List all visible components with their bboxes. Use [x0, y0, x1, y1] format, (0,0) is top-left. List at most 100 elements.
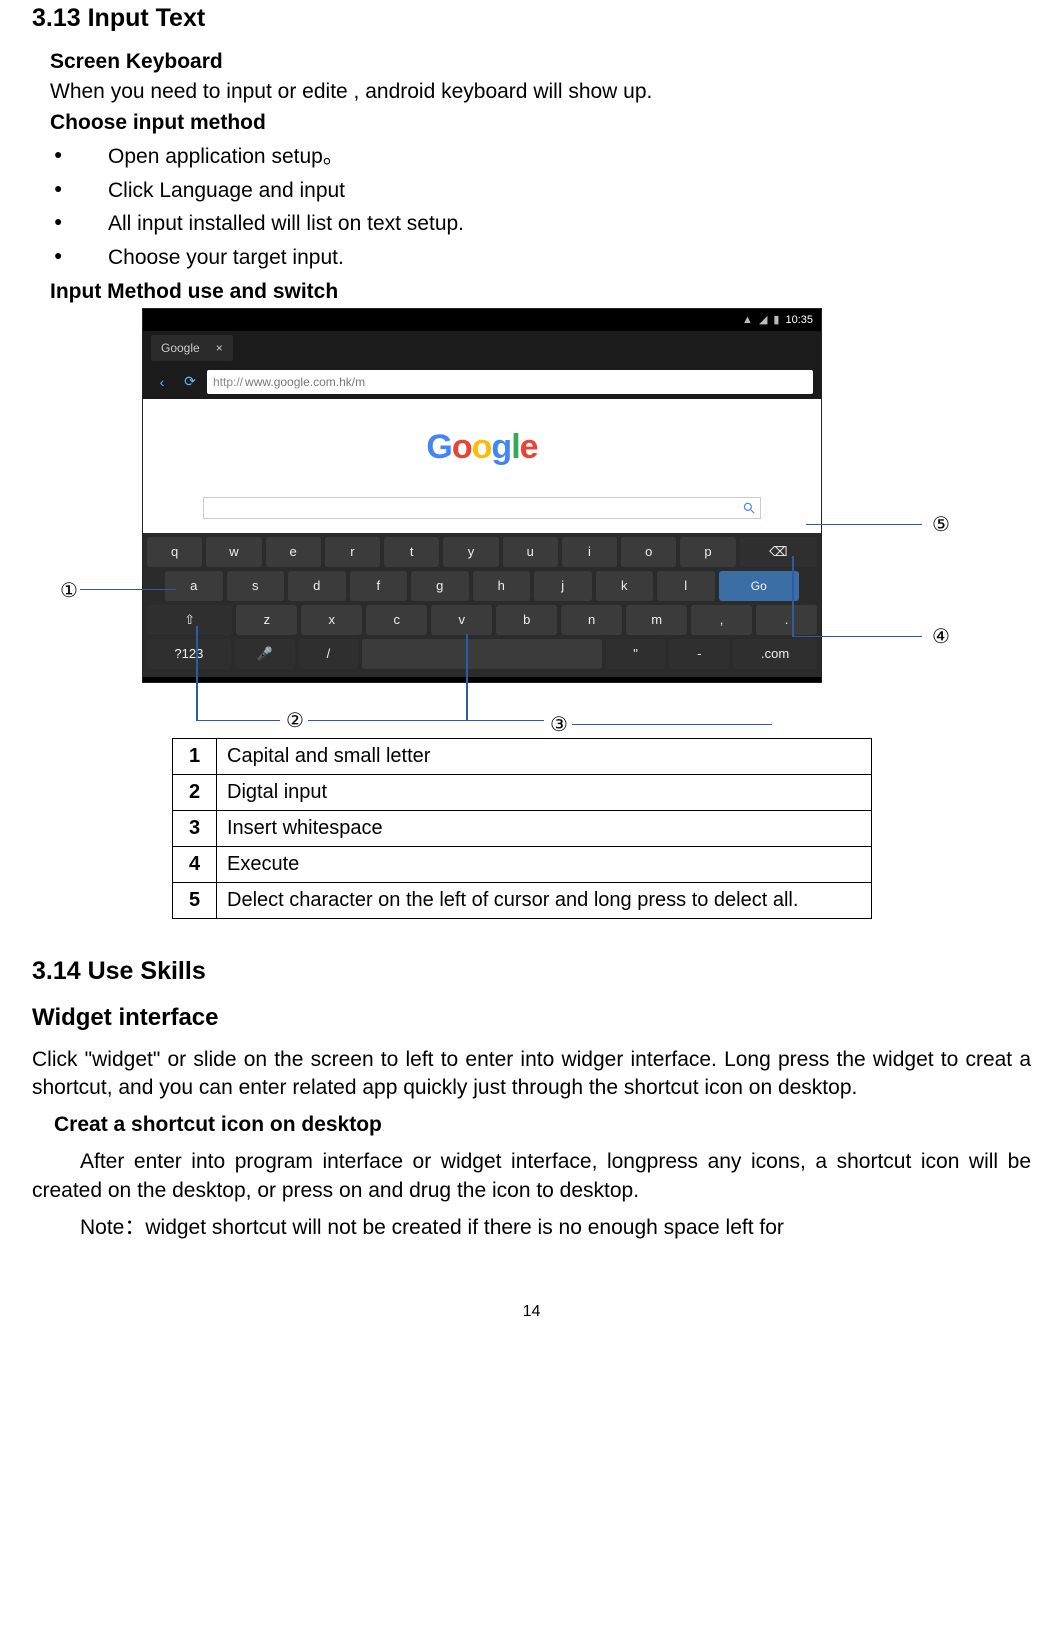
key-x[interactable]: x: [301, 605, 362, 635]
wifi-icon: ▲: [742, 314, 753, 326]
callout-5: ⑤: [932, 512, 950, 537]
callout-line: [792, 556, 794, 636]
heading-screen-keyboard: Screen Keyboard: [50, 47, 1031, 77]
callout-line: [196, 720, 280, 722]
url-prefix: http://: [213, 375, 243, 389]
figure-keyboard-screenshot: ▲ ◢ ▮ 10:35 Google × ‹ ⟳ http:// www.goo…: [32, 308, 1031, 738]
callout-line: [806, 524, 922, 526]
url-input[interactable]: http:// www.google.com.hk/m: [207, 370, 813, 394]
key-backspace[interactable]: ⌫: [740, 537, 817, 567]
google-logo: Google: [426, 428, 537, 467]
browser-tab[interactable]: Google ×: [151, 335, 233, 361]
key-j[interactable]: j: [534, 571, 592, 601]
table-row: 2 Digtal input: [173, 774, 872, 810]
key-dash[interactable]: -: [669, 639, 729, 669]
heading-input-switch: Input Method use and switch: [50, 277, 1031, 307]
android-screenshot: ▲ ◢ ▮ 10:35 Google × ‹ ⟳ http:// www.goo…: [142, 308, 822, 683]
key-y[interactable]: y: [443, 537, 498, 567]
legend-text: Delect character on the left of cursor a…: [217, 882, 872, 918]
key-i[interactable]: i: [562, 537, 617, 567]
key-space[interactable]: [362, 639, 601, 669]
key-q[interactable]: q: [147, 537, 202, 567]
key-l[interactable]: l: [657, 571, 715, 601]
callout-line: [466, 720, 544, 722]
key-m[interactable]: m: [626, 605, 687, 635]
key-dotcom[interactable]: .com: [733, 639, 817, 669]
legend-table: 1 Capital and small letter 2 Digtal inpu…: [172, 738, 872, 919]
legend-text: Digtal input: [217, 774, 872, 810]
callout-line: [572, 724, 772, 726]
callout-4: ④: [932, 624, 950, 649]
key-r[interactable]: r: [325, 537, 380, 567]
section-title-313: 3.13 Input Text: [32, 0, 1031, 33]
key-t[interactable]: t: [384, 537, 439, 567]
key-a[interactable]: a: [165, 571, 223, 601]
table-row: 3 Insert whitespace: [173, 810, 872, 846]
key-u[interactable]: u: [503, 537, 558, 567]
key-f[interactable]: f: [350, 571, 408, 601]
key-s[interactable]: s: [227, 571, 285, 601]
callout-2: ②: [286, 708, 304, 733]
key-h[interactable]: h: [473, 571, 531, 601]
legend-num: 2: [173, 774, 217, 810]
key-c[interactable]: c: [366, 605, 427, 635]
battery-icon: ▮: [773, 313, 779, 326]
key-p[interactable]: p: [680, 537, 735, 567]
signal-icon: ◢: [759, 313, 767, 326]
tab-label: Google: [161, 341, 200, 355]
bullet-item: Open application setup。: [50, 142, 1031, 172]
legend-num: 1: [173, 738, 217, 774]
close-icon[interactable]: ×: [216, 341, 223, 355]
key-n[interactable]: n: [561, 605, 622, 635]
onscreen-keyboard: q w e r t y u i o p ⌫ a s d f g: [143, 533, 821, 677]
page-number: 14: [32, 1303, 1031, 1321]
para-shortcut: After enter into program interface or wi…: [32, 1148, 1031, 1206]
key-symbols[interactable]: ?123: [147, 639, 231, 669]
bullet-item: Choose your target input.: [50, 243, 1031, 273]
heading-create-shortcut: Creat a shortcut icon on desktop: [32, 1111, 1031, 1140]
legend-text: Execute: [217, 846, 872, 882]
callout-line: [466, 634, 468, 720]
key-e[interactable]: e: [266, 537, 321, 567]
legend-num: 4: [173, 846, 217, 882]
para-screen-keyboard: When you need to input or edite , androi…: [50, 77, 1031, 107]
key-quote[interactable]: ": [606, 639, 666, 669]
legend-num: 5: [173, 882, 217, 918]
key-period[interactable]: .: [756, 605, 817, 635]
para-widget: Click "widget" or slide on the screen to…: [32, 1046, 1031, 1104]
callout-line: [80, 589, 176, 591]
table-row: 5 Delect character on the left of cursor…: [173, 882, 872, 918]
bullet-item: All input installed will list on text se…: [50, 209, 1031, 239]
callout-line: [196, 626, 198, 720]
key-shift[interactable]: ⇧: [147, 605, 232, 635]
search-input[interactable]: [203, 497, 761, 519]
key-o[interactable]: o: [621, 537, 676, 567]
key-w[interactable]: w: [206, 537, 261, 567]
callout-line: [308, 720, 478, 722]
callout-1: ①: [60, 578, 78, 603]
callout-line: [792, 636, 922, 638]
key-go[interactable]: Go: [719, 571, 800, 601]
back-icon[interactable]: ‹: [151, 371, 173, 393]
url-text: www.google.com.hk/m: [245, 375, 365, 389]
callout-3: ③: [550, 712, 568, 737]
key-z[interactable]: z: [236, 605, 297, 635]
key-g[interactable]: g: [411, 571, 469, 601]
key-slash[interactable]: /: [299, 639, 359, 669]
legend-text: Capital and small letter: [217, 738, 872, 774]
bullet-item: Click Language and input: [50, 176, 1031, 206]
page-content: Google: [143, 399, 821, 497]
status-time: 10:35: [785, 314, 813, 326]
legend-text: Insert whitespace: [217, 810, 872, 846]
heading-choose-input: Choose input method: [50, 108, 1031, 138]
key-d[interactable]: d: [288, 571, 346, 601]
legend-num: 3: [173, 810, 217, 846]
heading-widget-interface: Widget interface: [32, 1000, 1031, 1032]
key-k[interactable]: k: [596, 571, 654, 601]
refresh-icon[interactable]: ⟳: [179, 371, 201, 393]
table-row: 1 Capital and small letter: [173, 738, 872, 774]
key-b[interactable]: b: [496, 605, 557, 635]
key-mic[interactable]: 🎤: [235, 639, 295, 669]
key-comma[interactable]: ,: [691, 605, 752, 635]
key-v[interactable]: v: [431, 605, 492, 635]
